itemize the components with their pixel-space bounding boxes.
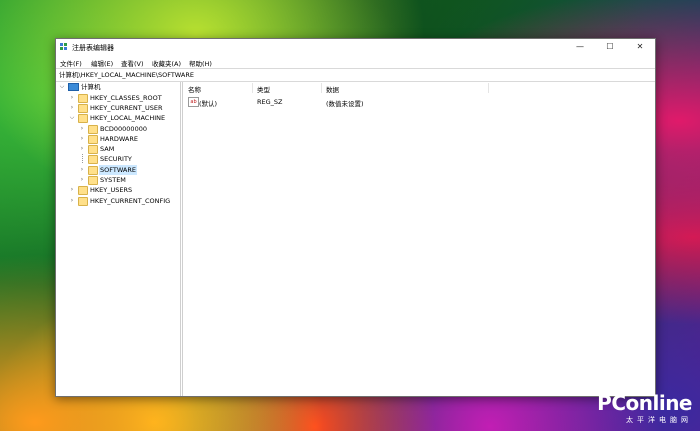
pane-splitter[interactable] bbox=[182, 82, 183, 396]
column-separator[interactable] bbox=[252, 83, 253, 93]
value-name: (默认) bbox=[199, 100, 218, 108]
menu-edit[interactable]: 编辑(E) bbox=[91, 58, 113, 68]
string-value-icon: ab bbox=[188, 97, 199, 107]
folder-icon bbox=[78, 186, 88, 195]
tree-node-label: SAM bbox=[100, 145, 115, 153]
menu-bar: 文件(F) 编辑(E) 查看(V) 收藏夹(A) 帮助(H) bbox=[56, 55, 655, 68]
folder-icon bbox=[88, 166, 98, 175]
tree-connector bbox=[82, 154, 83, 164]
folder-icon bbox=[88, 145, 98, 154]
tree-node-label: HKEY_CURRENT_CONFIG bbox=[90, 197, 171, 205]
column-header-type[interactable]: 类型 bbox=[257, 84, 270, 94]
regedit-icon bbox=[60, 43, 68, 51]
menu-view[interactable]: 查看(V) bbox=[121, 58, 144, 68]
folder-icon bbox=[78, 104, 88, 113]
address-bar[interactable]: 计算机\HKEY_LOCAL_MACHINE\SOFTWARE bbox=[56, 68, 655, 82]
chevron-right-icon[interactable]: › bbox=[68, 103, 76, 113]
title-bar[interactable]: 注册表编辑器 — ☐ ✕ bbox=[56, 39, 655, 55]
folder-icon bbox=[78, 197, 88, 206]
tree-node-label: HKEY_CURRENT_USER bbox=[90, 104, 163, 112]
chevron-right-icon[interactable]: › bbox=[68, 185, 76, 195]
folder-icon bbox=[78, 114, 88, 123]
minimize-button[interactable]: — bbox=[565, 39, 595, 55]
window-title: 注册表编辑器 bbox=[72, 44, 114, 52]
computer-icon bbox=[68, 83, 79, 91]
watermark-subtitle: 太平洋电脑网 bbox=[626, 416, 692, 424]
chevron-down-icon[interactable]: ⌵ bbox=[68, 113, 76, 123]
tree-node-label-selected: SOFTWARE bbox=[99, 165, 137, 175]
folder-icon bbox=[78, 94, 88, 103]
tree-node-label: HARDWARE bbox=[100, 135, 138, 143]
column-separator[interactable] bbox=[488, 83, 489, 93]
folder-icon bbox=[88, 176, 98, 185]
chevron-right-icon[interactable]: › bbox=[78, 175, 86, 185]
folder-icon bbox=[88, 155, 98, 164]
chevron-right-icon[interactable]: › bbox=[78, 134, 86, 144]
value-data: (数值未设置) bbox=[326, 100, 364, 108]
tree-node-label: 计算机 bbox=[81, 83, 101, 91]
watermark-logo: PConline bbox=[597, 391, 692, 415]
values-list[interactable]: 名称 类型 数据 ab (默认) REG_SZ (数值未设置) bbox=[184, 82, 655, 396]
maximize-button[interactable]: ☐ bbox=[595, 39, 625, 55]
chevron-right-icon[interactable]: › bbox=[78, 165, 86, 175]
value-type: REG_SZ bbox=[257, 98, 283, 106]
column-separator[interactable] bbox=[321, 83, 322, 93]
folder-icon bbox=[88, 135, 98, 144]
tree-node-label: HKEY_CLASSES_ROOT bbox=[90, 94, 162, 102]
close-button[interactable]: ✕ bbox=[625, 39, 655, 55]
tree-node-label: SECURITY bbox=[100, 155, 132, 163]
folder-icon bbox=[88, 125, 98, 134]
tree-node-label: SYSTEM bbox=[100, 176, 126, 184]
column-header-data[interactable]: 数据 bbox=[326, 84, 339, 94]
key-tree[interactable]: ⌵ 计算机 › HKEY_CLASSES_ROOT › HKEY_CURRENT… bbox=[56, 82, 181, 396]
registry-editor-window: 注册表编辑器 — ☐ ✕ 文件(F) 编辑(E) 查看(V) 收藏夹(A) 帮助… bbox=[55, 38, 656, 397]
menu-help[interactable]: 帮助(H) bbox=[189, 58, 212, 68]
chevron-down-icon[interactable]: ⌵ bbox=[58, 82, 66, 92]
chevron-right-icon[interactable]: › bbox=[78, 144, 86, 154]
column-header-name[interactable]: 名称 bbox=[188, 84, 201, 94]
chevron-right-icon[interactable]: › bbox=[78, 124, 86, 134]
watermark: PConline 太平洋电脑网 bbox=[597, 391, 692, 425]
chevron-right-icon[interactable]: › bbox=[68, 93, 76, 103]
chevron-right-icon[interactable]: › bbox=[68, 196, 76, 206]
menu-file[interactable]: 文件(F) bbox=[60, 58, 82, 68]
menu-favorites[interactable]: 收藏夹(A) bbox=[152, 58, 181, 68]
tree-node-label: BCD00000000 bbox=[100, 125, 147, 133]
tree-node-label: HKEY_LOCAL_MACHINE bbox=[90, 114, 166, 122]
tree-node-label: HKEY_USERS bbox=[90, 186, 133, 194]
